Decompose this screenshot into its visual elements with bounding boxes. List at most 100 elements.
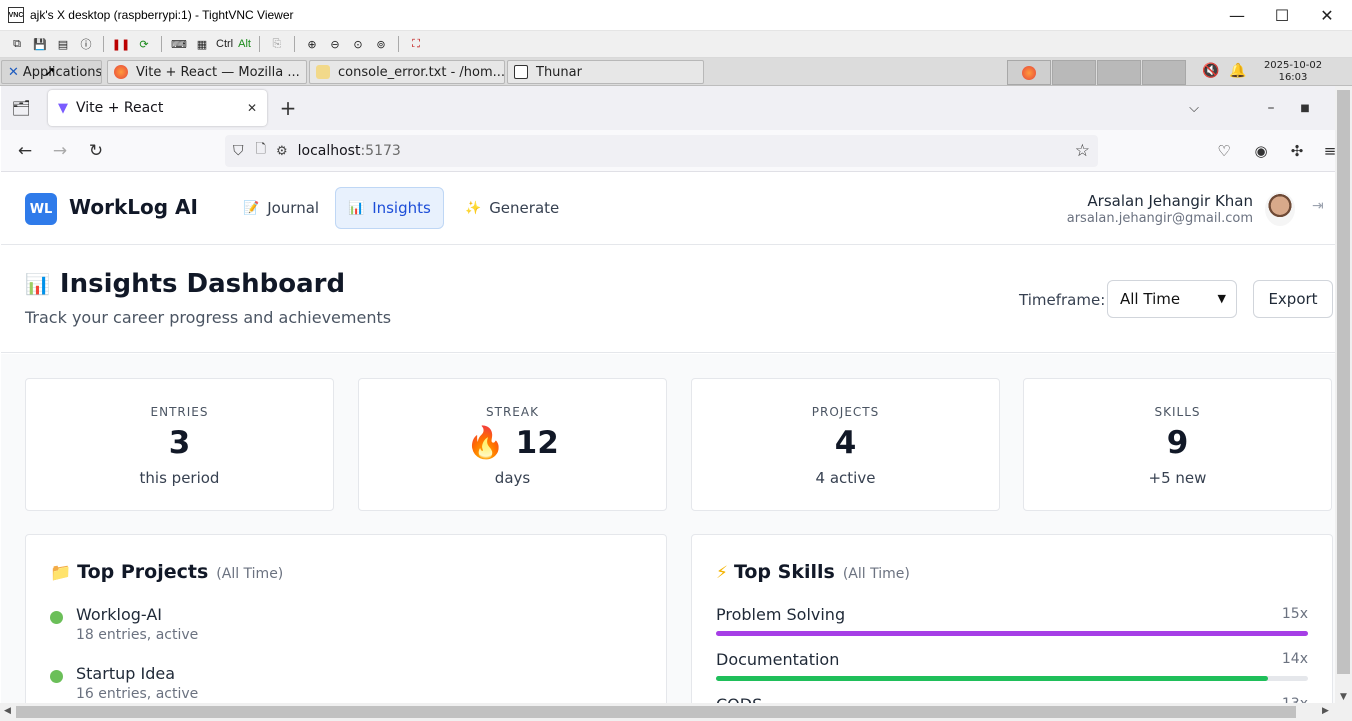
avatar[interactable] [1265,192,1295,226]
workspace-1[interactable] [1007,60,1051,85]
top-projects-panel: 📁 Top Projects (All Time) Worklog-AI 18 … [25,534,667,703]
new-connection-icon[interactable]: ⧉ [8,35,26,53]
tracking-shield-icon[interactable]: ⛉ [233,143,244,159]
fullscreen-icon[interactable]: ⛶ [407,35,425,53]
workspace-4[interactable] [1142,60,1186,85]
user-name: Arsalan Jehangir Khan [1087,192,1253,210]
browser-navigation-bar: ← → ↻ ⛉ 🗋 ⚙ localhost :5173 ☆ ♡ ◉ ✣ ≡ [1,130,1336,172]
notification-bell-icon[interactable]: 🔔 [1229,63,1246,79]
insights-icon: 📊 [348,200,365,216]
list-tabs-icon[interactable]: ⌵ [1182,96,1206,120]
reload-icon[interactable]: ↻ [84,139,108,163]
start-menu-icon[interactable]: ▦ [193,35,211,53]
nav-journal[interactable]: 📝 Journal [231,187,331,229]
logout-icon[interactable]: ⇥ [1312,198,1324,214]
page-subtitle: Track your career progress and achieveme… [25,308,392,327]
workspace-3[interactable] [1097,60,1141,85]
timeframe-label: Timeframe: [1019,291,1106,309]
timeframe-value: All Time [1120,290,1181,308]
url-bar[interactable]: ⛉ 🗋 ⚙ localhost :5173 ☆ [225,135,1098,167]
alt-key-button[interactable]: Alt [238,35,251,53]
panel-timeframe: (All Time) [842,566,910,582]
browser-tab-active[interactable]: ▼ Vite + React ✕ [48,90,267,126]
scroll-down-icon[interactable]: ▼ [1340,692,1347,702]
pause-icon[interactable]: ❚❚ [112,35,130,53]
browser-maximize-icon[interactable]: ■ [1293,96,1317,120]
nav-label: Journal [267,199,320,217]
stat-sub: 4 active [815,469,876,487]
project-name: Worklog-AI [76,605,162,624]
account-icon[interactable]: ◉ [1249,139,1273,163]
clipboard-icon[interactable]: ⎘ [268,35,286,53]
nav-generate[interactable]: ✨ Generate [453,187,571,229]
minimize-button[interactable]: — [1214,0,1260,31]
firefox-icon [1022,66,1036,80]
ctrl-key-button[interactable]: Ctrl [216,35,233,53]
export-button[interactable]: Export [1253,280,1333,318]
stat-card-streak: STREAK 🔥 12 days [358,378,667,511]
zoom-100-icon[interactable]: ⊙ [349,35,367,53]
forward-icon[interactable]: → [48,139,72,163]
maximize-button[interactable]: ☐ [1259,0,1305,31]
skill-name: CODS [716,695,762,703]
skill-count: 15x [1281,606,1308,622]
zoom-in-icon[interactable]: ⊕ [303,35,321,53]
nav-label: Insights [372,199,431,217]
taskbar-item-firefox[interactable]: Vite + React — Mozilla ... [107,60,307,84]
skill-bar-track [716,676,1308,681]
stat-label: PROJECTS [811,405,880,419]
stat-card-projects: PROJECTS 4 4 active [691,378,1000,511]
panel-title-text: Top Projects [77,561,209,583]
scroll-left-icon[interactable]: ◀ [4,706,11,716]
firefox-view-icon[interactable]: 🗂 [9,96,33,120]
browser-minimize-icon[interactable]: – [1259,96,1283,120]
web-app: WL WorkLog AI 📝 Journal 📊 Insights ✨ Gen… [1,172,1335,703]
app-brand[interactable]: WorkLog AI [69,195,198,219]
stat-value: 9 [1166,425,1189,461]
save-icon[interactable]: 💾 [31,35,49,53]
scroll-right-icon[interactable]: ▶ [1322,706,1329,716]
toolbar-divider [161,36,162,52]
options-icon[interactable]: ▤ [54,35,72,53]
zoom-out-icon[interactable]: ⊖ [326,35,344,53]
tab-title: Vite + React [76,100,164,116]
close-tab-icon[interactable]: ✕ [247,101,257,115]
zoom-fit-icon[interactable]: ⊚ [372,35,390,53]
url-host: localhost [297,143,361,159]
taskbar-item-editor[interactable]: console_error.txt - /hom... [309,60,505,84]
applications-label: Applications [22,64,102,80]
scrollbar-thumb[interactable] [16,706,1296,718]
nav-insights[interactable]: 📊 Insights [335,187,444,229]
page-title: 📊 Insights Dashboard [25,269,345,299]
stat-card-skills: SKILLS 9 +5 new [1023,378,1332,511]
status-dot [50,670,63,683]
ctrl-alt-del-icon[interactable]: ⌨ [170,35,188,53]
horizontal-scrollbar[interactable]: ◀ ▶ [0,703,1352,721]
stat-label: STREAK [486,405,539,419]
taskbar-item-label: Thunar [536,64,582,80]
permissions-icon[interactable]: ⚙ [276,144,288,159]
bookmark-star-icon[interactable]: ☆ [1075,141,1090,161]
skill-bar-fill [716,676,1269,681]
timeframe-select[interactable]: All Time ▼ [1107,280,1237,318]
workspace-2[interactable] [1052,60,1096,85]
taskbar-item-thunar[interactable]: Thunar [507,60,704,84]
info-icon[interactable]: ⓘ [77,35,95,53]
extensions-icon[interactable]: ✣ [1285,139,1309,163]
vertical-scrollbar[interactable]: ▼ [1335,86,1352,703]
skill-count: 14x [1281,651,1308,667]
page-info-icon[interactable]: 🗋 [256,140,266,162]
close-window-button[interactable]: ✕ [1304,0,1350,31]
clock[interactable]: 2025-10-02 16:03 [1258,60,1328,84]
new-tab-icon[interactable]: + [276,96,300,120]
volume-muted-icon[interactable]: 🔇 [1202,63,1219,79]
vnc-title-bar: VNC ajk's X desktop (raspberrypi:1) - Ti… [0,0,1352,31]
scrollbar-thumb[interactable] [1337,90,1350,674]
project-name: Startup Idea [76,664,175,683]
vnc-toolbar: ⧉ 💾 ▤ ⓘ ❚❚ ⟳ ⌨ ▦ Ctrl Alt ⎘ ⊕ ⊖ ⊙ ⊚ ⛶ [0,31,1352,58]
pocket-icon[interactable]: ♡ [1212,139,1236,163]
refresh-icon[interactable]: ⟳ [135,35,153,53]
back-icon[interactable]: ← [13,139,37,163]
skill-item: Problem Solving 15x [716,605,1308,636]
app-logo[interactable]: WL [25,193,57,225]
